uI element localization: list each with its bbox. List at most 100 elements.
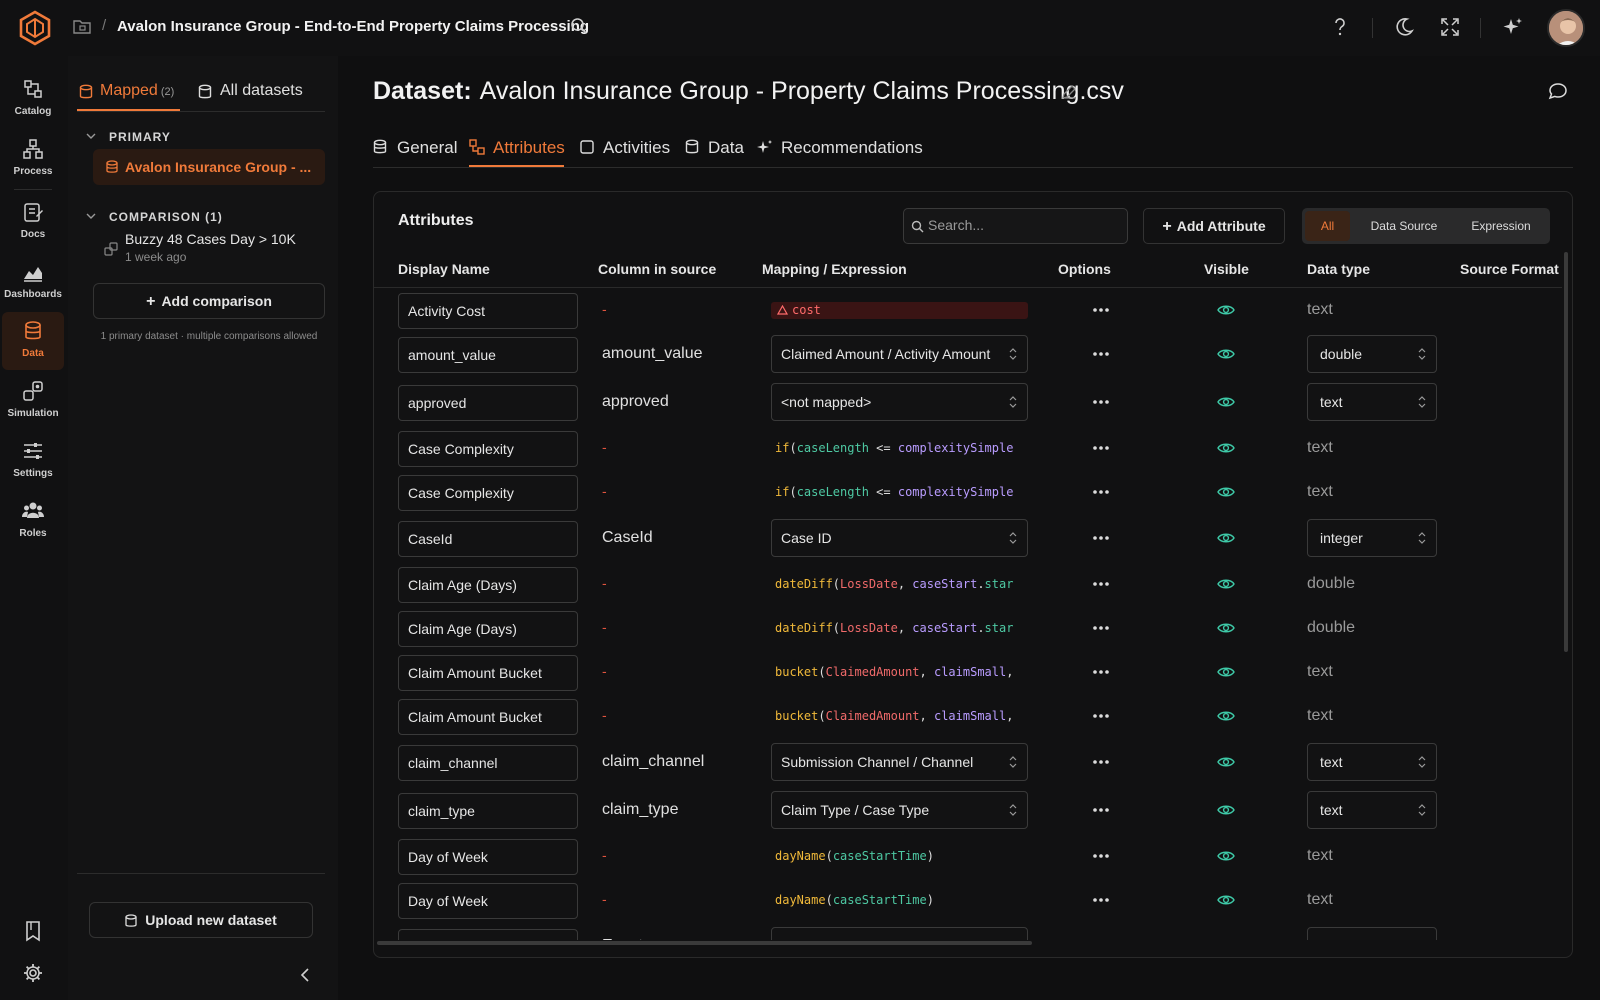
mapping-error[interactable]: cost <box>771 302 1028 319</box>
mapping-select[interactable]: Case ID <box>771 519 1028 557</box>
ai-sparkle-icon[interactable] <box>1502 16 1524 38</box>
tab-recommendations[interactable]: Recommendations <box>781 138 923 158</box>
display-name-input[interactable]: Case Complexity <box>398 475 578 511</box>
display-name-input[interactable]: Claim Amount Bucket <box>398 699 578 735</box>
visible-eye-icon[interactable] <box>1217 754 1235 770</box>
more-options-icon[interactable] <box>1093 936 1109 940</box>
display-name-input[interactable]: claim_type <box>398 793 578 829</box>
column-header-options[interactable]: Options <box>1058 261 1111 277</box>
more-options-icon[interactable] <box>1093 846 1109 866</box>
dark-mode-icon[interactable] <box>1394 16 1414 38</box>
expression-code[interactable]: if(caseLength <= complexitySimple <box>775 485 1027 499</box>
help-icon[interactable] <box>1332 16 1348 38</box>
rail-item-dashboards[interactable]: Dashboards <box>2 253 64 311</box>
column-header-source[interactable]: Column in source <box>598 261 716 277</box>
expression-code[interactable]: bucket(ClaimedAmount, claimSmall, <box>775 665 1027 679</box>
mapping-select[interactable]: Claim Type / Case Type <box>771 791 1028 829</box>
fullscreen-icon[interactable] <box>1440 16 1460 38</box>
rail-item-catalog[interactable]: Catalog <box>2 70 64 128</box>
display-name-input[interactable]: Claim Amount Bucket <box>398 655 578 691</box>
comment-icon[interactable] <box>1548 82 1568 100</box>
display-name-input[interactable]: approved <box>398 385 578 421</box>
folder-icon[interactable] <box>73 18 91 34</box>
mapping-select[interactable]: Submission Channel / Channel <box>771 743 1028 781</box>
display-name-input[interactable]: Activity Cost <box>398 293 578 329</box>
gear-icon[interactable] <box>23 963 43 983</box>
tab-mapped[interactable]: Mapped (2) <box>100 82 174 100</box>
data-type-select[interactable]: integer <box>1307 519 1437 557</box>
expression-code[interactable]: dateDiff(LossDate, caseStart.star <box>775 577 1027 591</box>
expression-code[interactable]: dayName(caseStartTime) <box>775 893 1027 907</box>
more-options-icon[interactable] <box>1093 438 1109 458</box>
attribute-search[interactable] <box>903 208 1128 244</box>
display-name-input[interactable]: Day of Week <box>398 839 578 875</box>
rail-item-settings[interactable]: Settings <box>2 432 64 490</box>
mapping-select[interactable]: <not mapped> <box>771 383 1028 421</box>
more-options-icon[interactable] <box>1093 618 1109 638</box>
column-header-display-name[interactable]: Display Name <box>398 261 490 277</box>
tab-data[interactable]: Data <box>708 138 744 158</box>
app-logo-icon[interactable] <box>18 10 52 46</box>
more-options-icon[interactable] <box>1093 574 1109 594</box>
more-options-icon[interactable] <box>1093 800 1109 820</box>
display-name-input[interactable]: CaseId <box>398 521 578 557</box>
visible-eye-icon[interactable] <box>1217 576 1235 592</box>
rail-item-simulation[interactable]: Simulation <box>2 372 64 430</box>
more-options-icon[interactable] <box>1093 662 1109 682</box>
rail-item-data[interactable]: Data <box>2 312 64 370</box>
column-header-mapping[interactable]: Mapping / Expression <box>762 261 907 277</box>
visible-eye-icon[interactable] <box>1217 848 1235 864</box>
add-comparison-button[interactable]: + Add comparison <box>93 283 325 319</box>
rail-item-docs[interactable]: Docs <box>2 193 64 251</box>
data-type-select[interactable]: text <box>1307 927 1437 940</box>
more-options-icon[interactable] <box>1093 528 1109 548</box>
more-options-icon[interactable] <box>1093 344 1109 364</box>
more-options-icon[interactable] <box>1093 482 1109 502</box>
more-options-icon[interactable] <box>1093 392 1109 412</box>
visible-eye-icon[interactable] <box>1217 530 1235 546</box>
comparison-dataset-name[interactable]: Buzzy 48 Cases Day > 10K <box>125 231 296 247</box>
expression-code[interactable]: dateDiff(LossDate, caseStart.star <box>775 621 1027 635</box>
filter-expression[interactable]: Expression <box>1456 211 1546 241</box>
display-name-input[interactable]: Day of Week <box>398 883 578 919</box>
search-icon[interactable] <box>570 17 588 35</box>
visible-eye-icon[interactable] <box>1217 394 1235 410</box>
edit-pencil-icon[interactable] <box>1061 84 1077 100</box>
more-options-icon[interactable] <box>1093 752 1109 772</box>
display-name-input[interactable]: claim_channel <box>398 745 578 781</box>
tab-attributes[interactable]: Attributes <box>493 138 565 158</box>
expression-code[interactable]: bucket(ClaimedAmount, claimSmall, <box>775 709 1027 723</box>
mapping-select[interactable]: Activity Name / Activity <box>771 927 1028 940</box>
search-input[interactable] <box>928 217 1118 233</box>
filter-data-source[interactable]: Data Source <box>1354 211 1454 241</box>
data-type-select[interactable]: double <box>1307 335 1437 373</box>
tab-activities[interactable]: Activities <box>603 138 670 158</box>
rail-item-roles[interactable]: Roles <box>2 492 64 550</box>
tab-general[interactable]: General <box>397 138 457 158</box>
breadcrumb-title[interactable]: Avalon Insurance Group - End-to-End Prop… <box>117 18 589 35</box>
filter-all[interactable]: All <box>1305 211 1350 241</box>
column-header-visible[interactable]: Visible <box>1204 261 1249 277</box>
display-name-input[interactable]: Case Complexity <box>398 431 578 467</box>
more-options-icon[interactable] <box>1093 300 1109 320</box>
visible-eye-icon[interactable] <box>1217 620 1235 636</box>
visible-eye-icon[interactable] <box>1217 802 1235 818</box>
data-type-select[interactable]: text <box>1307 383 1437 421</box>
visible-eye-icon[interactable] <box>1217 346 1235 362</box>
vertical-scrollbar[interactable] <box>1564 252 1568 652</box>
visible-eye-icon[interactable] <box>1217 892 1235 908</box>
display-name-input[interactable]: amount_value <box>398 337 578 373</box>
more-options-icon[interactable] <box>1093 706 1109 726</box>
upload-dataset-button[interactable]: Upload new dataset <box>89 902 313 938</box>
tab-all-datasets[interactable]: All datasets <box>220 82 303 100</box>
visible-eye-icon[interactable] <box>1217 708 1235 724</box>
column-header-source-format[interactable]: Source Format <box>1460 261 1559 277</box>
column-header-data-type[interactable]: Data type <box>1307 261 1370 277</box>
expression-code[interactable]: dayName(caseStartTime) <box>775 849 1027 863</box>
chevron-down-icon[interactable] <box>86 212 96 220</box>
data-type-select[interactable]: text <box>1307 791 1437 829</box>
expression-code[interactable]: if(caseLength <= complexitySimple <box>775 441 1027 455</box>
bookmark-icon[interactable] <box>23 920 43 942</box>
display-name-input[interactable]: Claim Age (Days) <box>398 611 578 647</box>
mapping-select[interactable]: Claimed Amount / Activity Amount <box>771 335 1028 373</box>
